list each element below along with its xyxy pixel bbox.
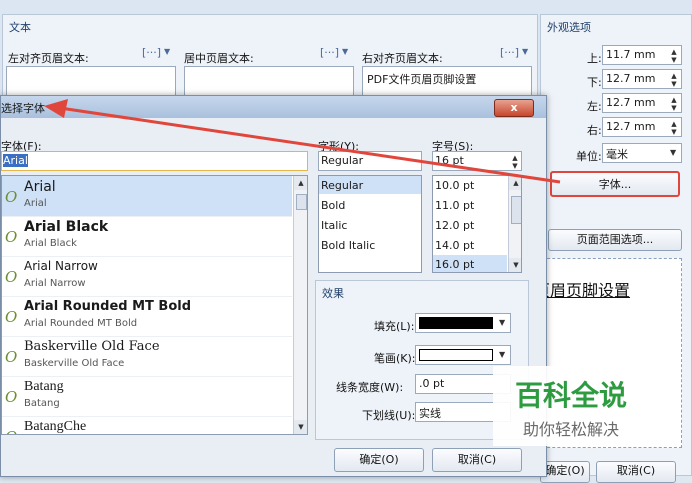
watermark-main: 百科全说: [515, 379, 628, 412]
watermark-sub: 助你轻松解决: [523, 420, 620, 439]
watermark: 百科全说 助你轻松解决: [493, 366, 668, 446]
